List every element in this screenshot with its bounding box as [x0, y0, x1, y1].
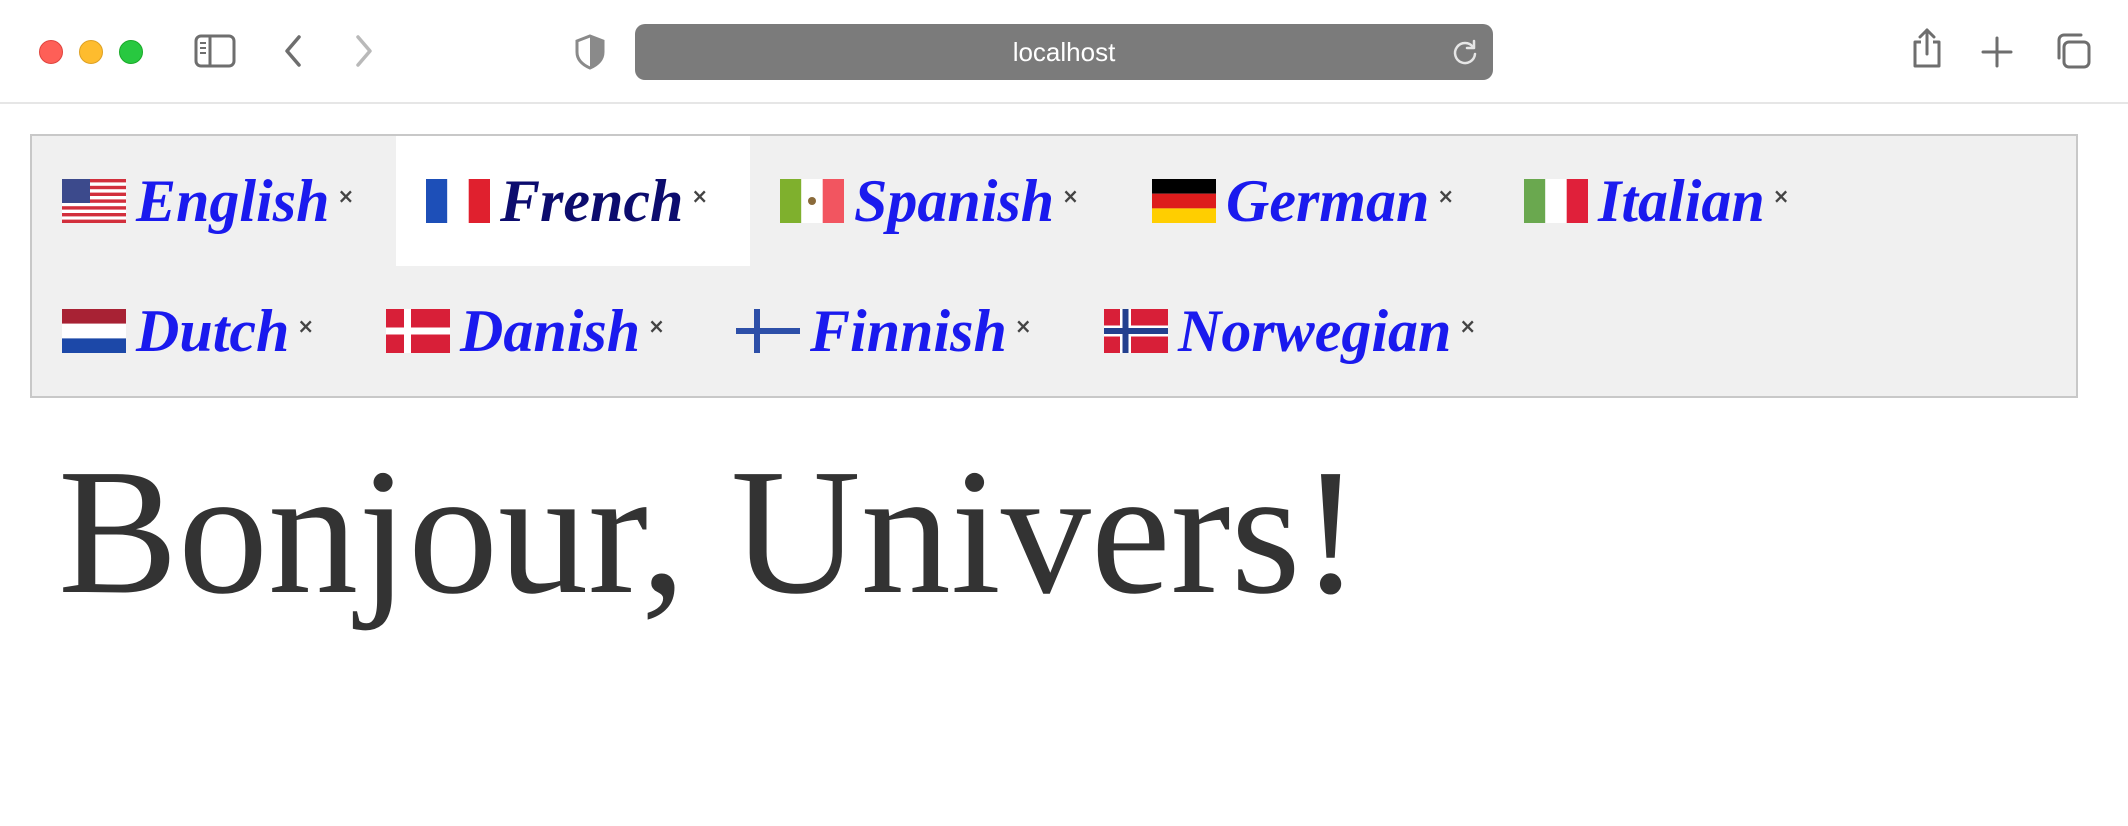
minimize-window-button[interactable] — [79, 40, 103, 64]
tab-overview-icon[interactable] — [2055, 33, 2091, 69]
tab-french[interactable]: French × — [396, 136, 750, 266]
new-tab-icon[interactable] — [1981, 36, 2013, 68]
no-flag-icon — [1104, 309, 1168, 353]
fr-flag-icon — [426, 179, 490, 223]
tab-norwegian[interactable]: Norwegian × — [1104, 266, 1476, 396]
tab-label-danish: Danish — [460, 297, 641, 364]
mx-flag-icon — [780, 179, 844, 223]
tab-danish[interactable]: Danish × — [386, 266, 665, 396]
close-tab-english-icon[interactable]: × — [337, 184, 354, 208]
tab-label-italian: Italian — [1598, 167, 1765, 234]
close-tab-dutch-icon[interactable]: × — [297, 314, 314, 338]
close-tab-finnish-icon[interactable]: × — [1015, 314, 1032, 338]
reload-icon[interactable] — [1451, 38, 1479, 66]
nl-flag-icon — [62, 309, 126, 353]
tab-label-english: English — [136, 167, 330, 234]
greeting-heading: Bonjour, Univers! — [58, 432, 1361, 631]
address-url: localhost — [1012, 37, 1116, 67]
close-tab-italian-icon[interactable]: × — [1773, 184, 1790, 208]
tab-english[interactable]: English × — [62, 136, 354, 266]
tab-label-french: French — [500, 167, 684, 234]
back-icon[interactable] — [282, 34, 304, 68]
tab-label-norwegian: Norwegian — [1178, 297, 1452, 364]
dk-flag-icon — [386, 309, 450, 353]
close-tab-danish-icon[interactable]: × — [648, 314, 665, 338]
address-bar[interactable]: localhost — [635, 24, 1493, 80]
tab-spanish[interactable]: Spanish × — [780, 136, 1079, 266]
browser-toolbar: localhost — [0, 0, 2128, 104]
us-flag-icon — [62, 179, 126, 223]
close-window-button[interactable] — [39, 40, 63, 64]
close-tab-spanish-icon[interactable]: × — [1062, 184, 1079, 208]
fi-flag-icon — [736, 309, 800, 353]
tab-label-spanish: Spanish — [854, 167, 1055, 234]
share-icon[interactable] — [1911, 28, 1943, 68]
close-tab-french-icon[interactable]: × — [691, 184, 708, 208]
close-tab-norwegian-icon[interactable]: × — [1459, 314, 1476, 338]
zoom-window-button[interactable] — [119, 40, 143, 64]
tab-finnish[interactable]: Finnish × — [736, 266, 1032, 396]
shield-icon[interactable] — [575, 34, 605, 70]
de-flag-icon — [1152, 179, 1216, 223]
it-flag-icon — [1524, 179, 1588, 223]
tab-label-dutch: Dutch — [136, 297, 290, 364]
tab-dutch[interactable]: Dutch × — [62, 266, 314, 396]
tab-german[interactable]: German × — [1152, 136, 1454, 266]
tab-label-german: German — [1226, 167, 1430, 234]
forward-icon[interactable] — [353, 34, 375, 68]
language-tab-bar: English × French × Spanish × German × It… — [30, 134, 2078, 398]
sidebar-icon[interactable] — [194, 34, 236, 68]
close-tab-german-icon[interactable]: × — [1437, 184, 1454, 208]
tab-label-finnish: Finnish — [810, 297, 1007, 364]
tab-italian[interactable]: Italian × — [1524, 136, 1790, 266]
